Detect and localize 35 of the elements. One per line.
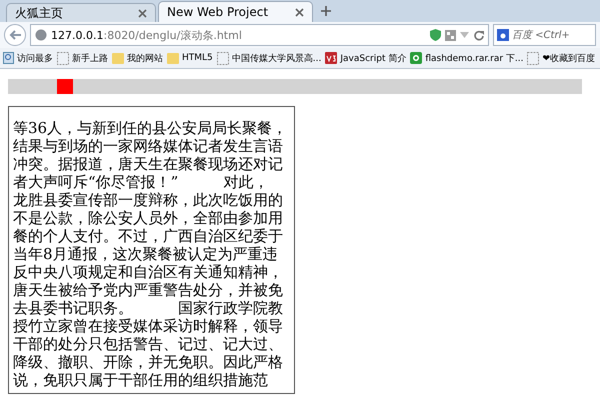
url-text: 127.0.0.1:8020/denglu/滚动条.html [51,28,243,42]
close-icon[interactable] [138,8,147,18]
bookmark-link[interactable]: 访问最多 [3,52,53,64]
scroll-thumb[interactable] [57,79,73,94]
address-field[interactable]: 127.0.0.1:8020/denglu/滚动条.html [30,24,489,46]
globe-icon [35,29,47,41]
search-field[interactable]: 百度 <Ctrl+ [493,24,596,46]
page-icon [527,52,540,64]
bookmark-icon [3,52,14,64]
reload-icon[interactable] [473,30,484,40]
v3-icon [325,52,338,64]
bookmark-link[interactable]: JavaScript 简介 [325,52,406,64]
circle-icon [410,52,422,64]
bookmark-link[interactable]: flashdemo.rar.rar 下... [410,52,524,64]
scroll-bar[interactable] [8,79,582,94]
back-arrow-icon [9,30,21,40]
folder-icon [167,52,179,64]
browser-tab[interactable]: New Web Project [158,1,313,22]
shield-icon[interactable] [430,29,441,41]
plus-icon[interactable] [321,6,331,16]
folder-icon [112,52,124,64]
bookmark-link[interactable]: ❤收藏到百度 [527,52,596,64]
page-icon [216,52,229,64]
dropdown-icon[interactable] [460,32,469,38]
browser-tab[interactable]: 火狐主页 [6,3,156,22]
bookmark-link[interactable]: 中国传媒大学风景高... [216,52,322,64]
back-button[interactable] [4,24,26,46]
article-paragraph: 等36人，与新到任的县公安局局长聚餐， 结果与到场的一家网络媒体记者发生言语 冲突。据报道，唐天生在聚餐现场还对记 者大声呵斥“你尽管报！” 对此， 龙胜县委宣传部一度辩称，此次吃饭用的 不是公款，除公安人员外，全部由参加用 餐的个人支付。不过，广西自治区纪委于 当年8月通报，这次聚餐被认定为严重违 反中央八项规定和自治区有关通知精神， 唐天生被给予党内严重警告处分，并被免 去县委书记职务。 国家行政学院教 授竹立家曾在接受媒体采访时解释，领导 干部的处分只包括警告、记过、记大过、 降级、撤职、开除，并无免职。因此严格 说，免职只属于干部任用的组织措施范 [13,119,288,389]
qr-code-icon[interactable] [445,30,456,40]
bookmark-link[interactable]: 我的网站 [112,52,163,64]
page-icon [57,52,69,64]
bookmark-link[interactable]: HTML5 [167,52,213,64]
close-icon[interactable] [295,8,304,16]
paw-icon [497,29,509,41]
bookmark-link[interactable]: 新手上路 [57,52,108,64]
